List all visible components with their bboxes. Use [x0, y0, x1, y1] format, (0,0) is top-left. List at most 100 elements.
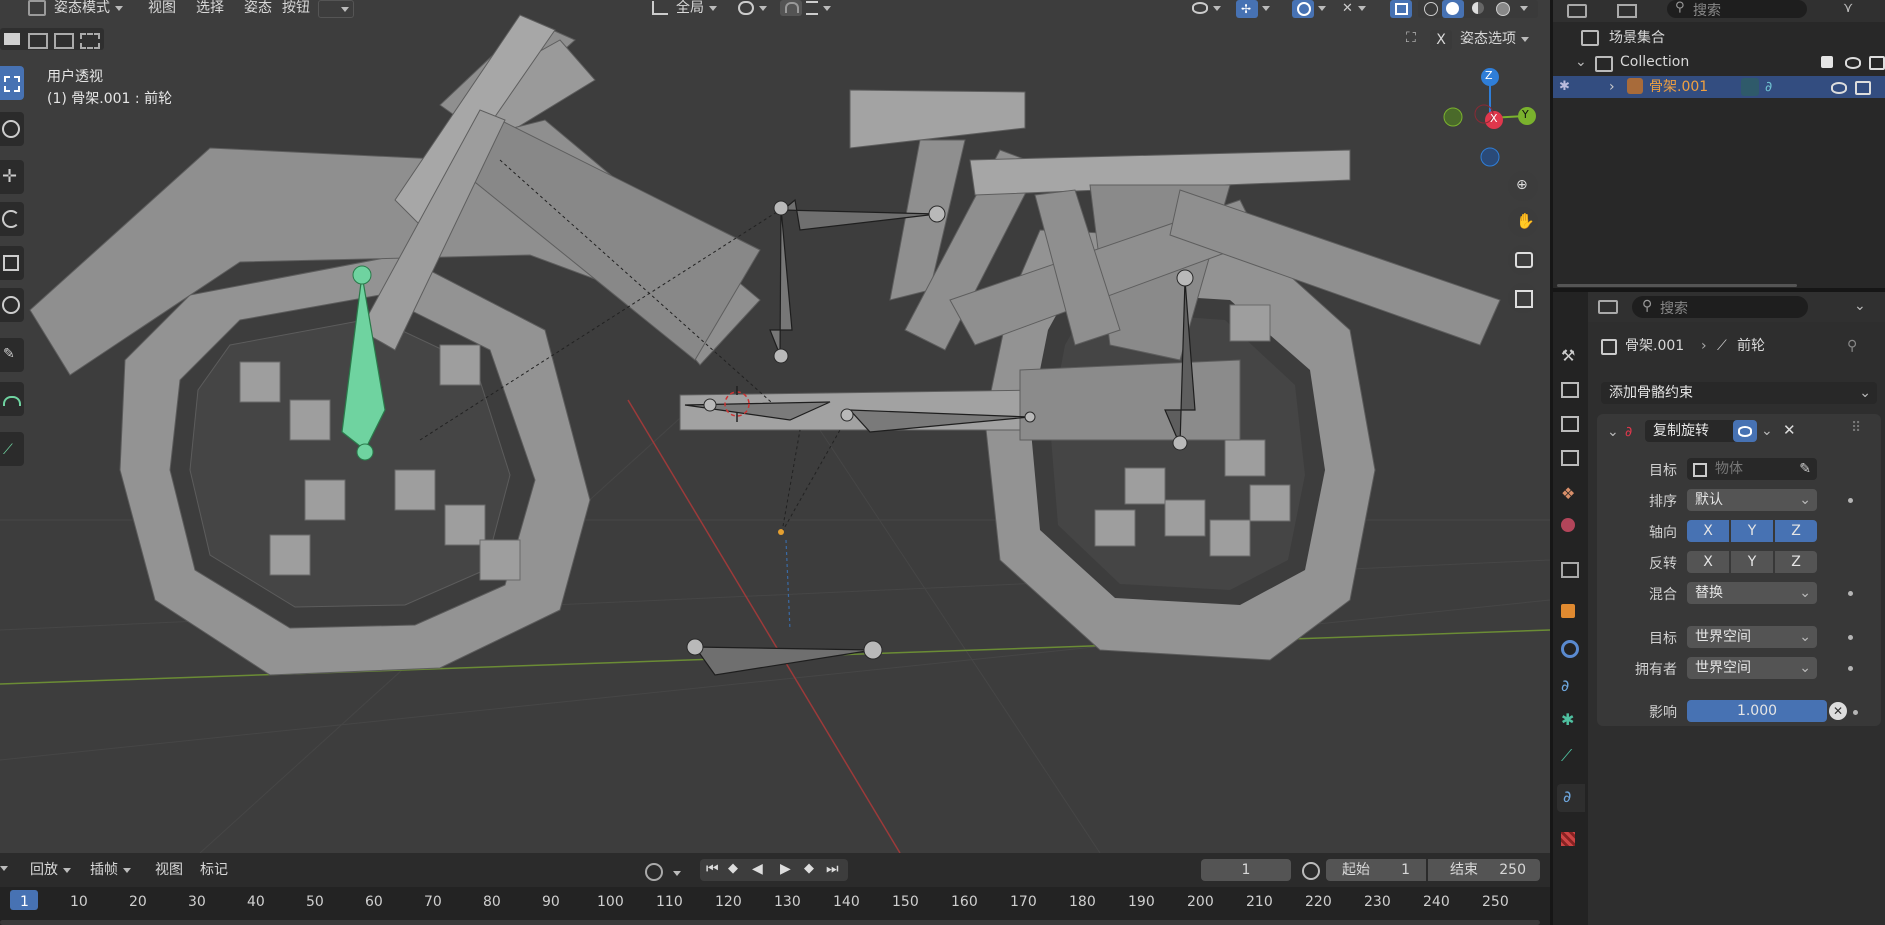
- add-bone-constraint-dropdown[interactable]: 添加骨骼约束 ⌄: [1601, 382, 1877, 404]
- view-layer-tab-icon[interactable]: [1561, 450, 1579, 466]
- overlays-toggle[interactable]: [1292, 0, 1314, 18]
- chevron-right-icon[interactable]: ›: [1609, 76, 1615, 98]
- object-tab-icon[interactable]: [1561, 604, 1575, 618]
- mirror-x-button[interactable]: X: [1430, 30, 1452, 50]
- record-button[interactable]: [645, 863, 663, 881]
- editor-type-icon[interactable]: [1567, 4, 1587, 18]
- object-constraint-tab-icon[interactable]: ∂: [1561, 676, 1581, 696]
- influence-slider[interactable]: 1.000: [1687, 700, 1827, 722]
- world-tab-icon[interactable]: [1561, 518, 1575, 532]
- navigation-gizmo[interactable]: Z Y X: [1430, 62, 1540, 172]
- collection-tab-icon[interactable]: [1561, 562, 1579, 578]
- axis-z-toggle[interactable]: Z: [1775, 520, 1817, 542]
- menu-pose[interactable]: 姿态: [244, 0, 272, 18]
- gizmo-toggle[interactable]: ✢: [1236, 0, 1258, 18]
- bone-constraint-tab[interactable]: ∂: [1557, 784, 1585, 812]
- pin-icon[interactable]: ⚲: [1847, 336, 1857, 356]
- jump-end-icon[interactable]: ⏭: [826, 861, 839, 877]
- play-icon[interactable]: ▶: [780, 861, 791, 877]
- properties-editor[interactable]: ⚒ ❖ ∂ ✱ ⟋ ∂ ⚲ 搜索 ⌄ 骨架.001 › ⟋ 前轮 ⚲ 添加骨骼约…: [1553, 292, 1885, 925]
- chevron-down-icon[interactable]: ⌄: [1607, 424, 1619, 440]
- editor-type-icon[interactable]: [1598, 300, 1618, 314]
- chevron-down-icon[interactable]: ⌄: [1761, 423, 1773, 439]
- options-dropdown-icon[interactable]: ⌄: [1854, 298, 1866, 314]
- owner-space-dropdown[interactable]: 世界空间 ⌄: [1687, 657, 1817, 679]
- render-camera-icon[interactable]: [1869, 56, 1885, 70]
- menu-view[interactable]: 视图: [148, 0, 176, 18]
- keyframe-dot-icon[interactable]: [1848, 498, 1853, 503]
- invert-z-toggle[interactable]: Z: [1775, 551, 1817, 573]
- editor-type-dropdown[interactable]: [0, 860, 8, 876]
- rotate-tool[interactable]: [0, 202, 24, 236]
- chevron-down-icon[interactable]: ⌄: [1575, 52, 1587, 72]
- outliner-search-input[interactable]: ⚲ 搜索: [1667, 0, 1807, 19]
- eyedropper-icon[interactable]: ✎: [1799, 458, 1811, 480]
- select-box-tool[interactable]: [0, 66, 24, 100]
- keyframe-dot-icon[interactable]: [1848, 635, 1853, 640]
- clock-icon[interactable]: [1302, 862, 1320, 880]
- filter-icon[interactable]: ⋎: [1843, 0, 1853, 16]
- transform-affect-icon[interactable]: ⛶: [1406, 30, 1428, 50]
- next-keyframe-icon[interactable]: ◆: [804, 861, 814, 876]
- start-frame-field[interactable]: 起始 1: [1326, 859, 1426, 881]
- pan-button[interactable]: ✋: [1508, 207, 1538, 237]
- bone-overlays-dropdown[interactable]: ✕: [1342, 0, 1376, 18]
- current-frame-field[interactable]: 1: [1201, 859, 1291, 881]
- camera-view-button[interactable]: [1508, 245, 1538, 275]
- keyframe-dot-icon[interactable]: [1853, 710, 1858, 715]
- pose-options-dropdown[interactable]: 姿态选项: [1460, 28, 1529, 50]
- scene-collection-row[interactable]: 场景集合: [1581, 28, 1665, 48]
- properties-search-input[interactable]: ⚲ 搜索: [1632, 296, 1808, 318]
- menu-buttons[interactable]: 按钮: [282, 0, 310, 18]
- prev-keyframe-icon[interactable]: ◆: [728, 861, 738, 876]
- measure-tool[interactable]: [0, 382, 24, 416]
- play-reverse-icon[interactable]: ◀: [752, 861, 763, 877]
- constraint-enable-toggle[interactable]: [1733, 420, 1757, 442]
- outliner-editor[interactable]: ⚲ 搜索 ⋎ 场景集合 ⌄ Collection ✱ › 骨架.001 ∂: [1553, 0, 1885, 288]
- overlays-dropdown[interactable]: [1318, 0, 1330, 18]
- select-intersect-icon[interactable]: [80, 33, 100, 49]
- keying-menu[interactable]: 插帧: [90, 859, 131, 879]
- invert-x-toggle[interactable]: X: [1687, 551, 1729, 573]
- rendered-shading-icon[interactable]: [1496, 2, 1510, 16]
- close-icon[interactable]: ✕: [1783, 421, 1796, 439]
- texture-tab-icon[interactable]: [1561, 832, 1575, 846]
- record-options-dropdown[interactable]: [668, 865, 681, 881]
- scene-tab-icon[interactable]: ❖: [1561, 484, 1581, 504]
- transform-orientation-dropdown[interactable]: 全局: [652, 0, 717, 18]
- mix-dropdown[interactable]: 替换 ⌄: [1687, 582, 1817, 604]
- select-extend-icon[interactable]: [28, 33, 48, 49]
- display-mode-icon[interactable]: [1617, 4, 1637, 18]
- keying-dropdown[interactable]: [318, 0, 354, 18]
- constraint-icon[interactable]: ∂: [1765, 76, 1772, 98]
- physics-tab-icon[interactable]: [1561, 640, 1579, 658]
- material-shading-icon[interactable]: [1472, 2, 1484, 14]
- armature-data-tab-icon[interactable]: ✱: [1561, 710, 1581, 730]
- select-subtract-icon[interactable]: [54, 33, 74, 49]
- jump-start-icon[interactable]: ⏮: [706, 861, 719, 877]
- chevron-down-icon[interactable]: [1520, 6, 1528, 11]
- wireframe-shading-icon[interactable]: [1424, 2, 1438, 16]
- marker-menu[interactable]: 标记: [200, 859, 228, 879]
- 3d-viewport[interactable]: 姿态模式 视图 选择 姿态 按钮 全局 ✢ ✕ ⛶ X 姿态选项 用户透视 (1…: [0, 0, 1550, 853]
- timeline-editor[interactable]: 回放 插帧 视图 标记 ⏮ ◆ ◀ ▶ ◆ ⏭ 1 起始 1 结束 250 11…: [0, 853, 1550, 925]
- eye-icon[interactable]: [1845, 57, 1861, 69]
- visibility-dropdown[interactable]: [1192, 0, 1228, 18]
- keyframe-dot-icon[interactable]: [1848, 591, 1853, 596]
- transform-tool[interactable]: [0, 288, 24, 322]
- annotate-tool[interactable]: ✎: [0, 338, 24, 372]
- playback-menu[interactable]: 回放: [30, 859, 71, 879]
- axis-x-toggle[interactable]: X: [1687, 520, 1729, 542]
- pivot-point-dropdown[interactable]: [738, 0, 772, 18]
- render-camera-icon[interactable]: [1855, 81, 1871, 95]
- snap-target-dropdown[interactable]: [806, 0, 840, 18]
- armature-data-icon[interactable]: [1741, 78, 1759, 96]
- render-tab-icon[interactable]: [1561, 382, 1579, 398]
- end-frame-field[interactable]: 结束 250: [1428, 859, 1540, 881]
- include-checkbox[interactable]: [1821, 56, 1833, 68]
- invert-y-toggle[interactable]: Y: [1731, 551, 1773, 573]
- target-object-field[interactable]: 物体 ✎: [1687, 458, 1817, 480]
- scene-canvas[interactable]: [0, 0, 1550, 853]
- outliner-scrollbar[interactable]: [1557, 284, 1797, 287]
- menu-select[interactable]: 选择: [196, 0, 224, 18]
